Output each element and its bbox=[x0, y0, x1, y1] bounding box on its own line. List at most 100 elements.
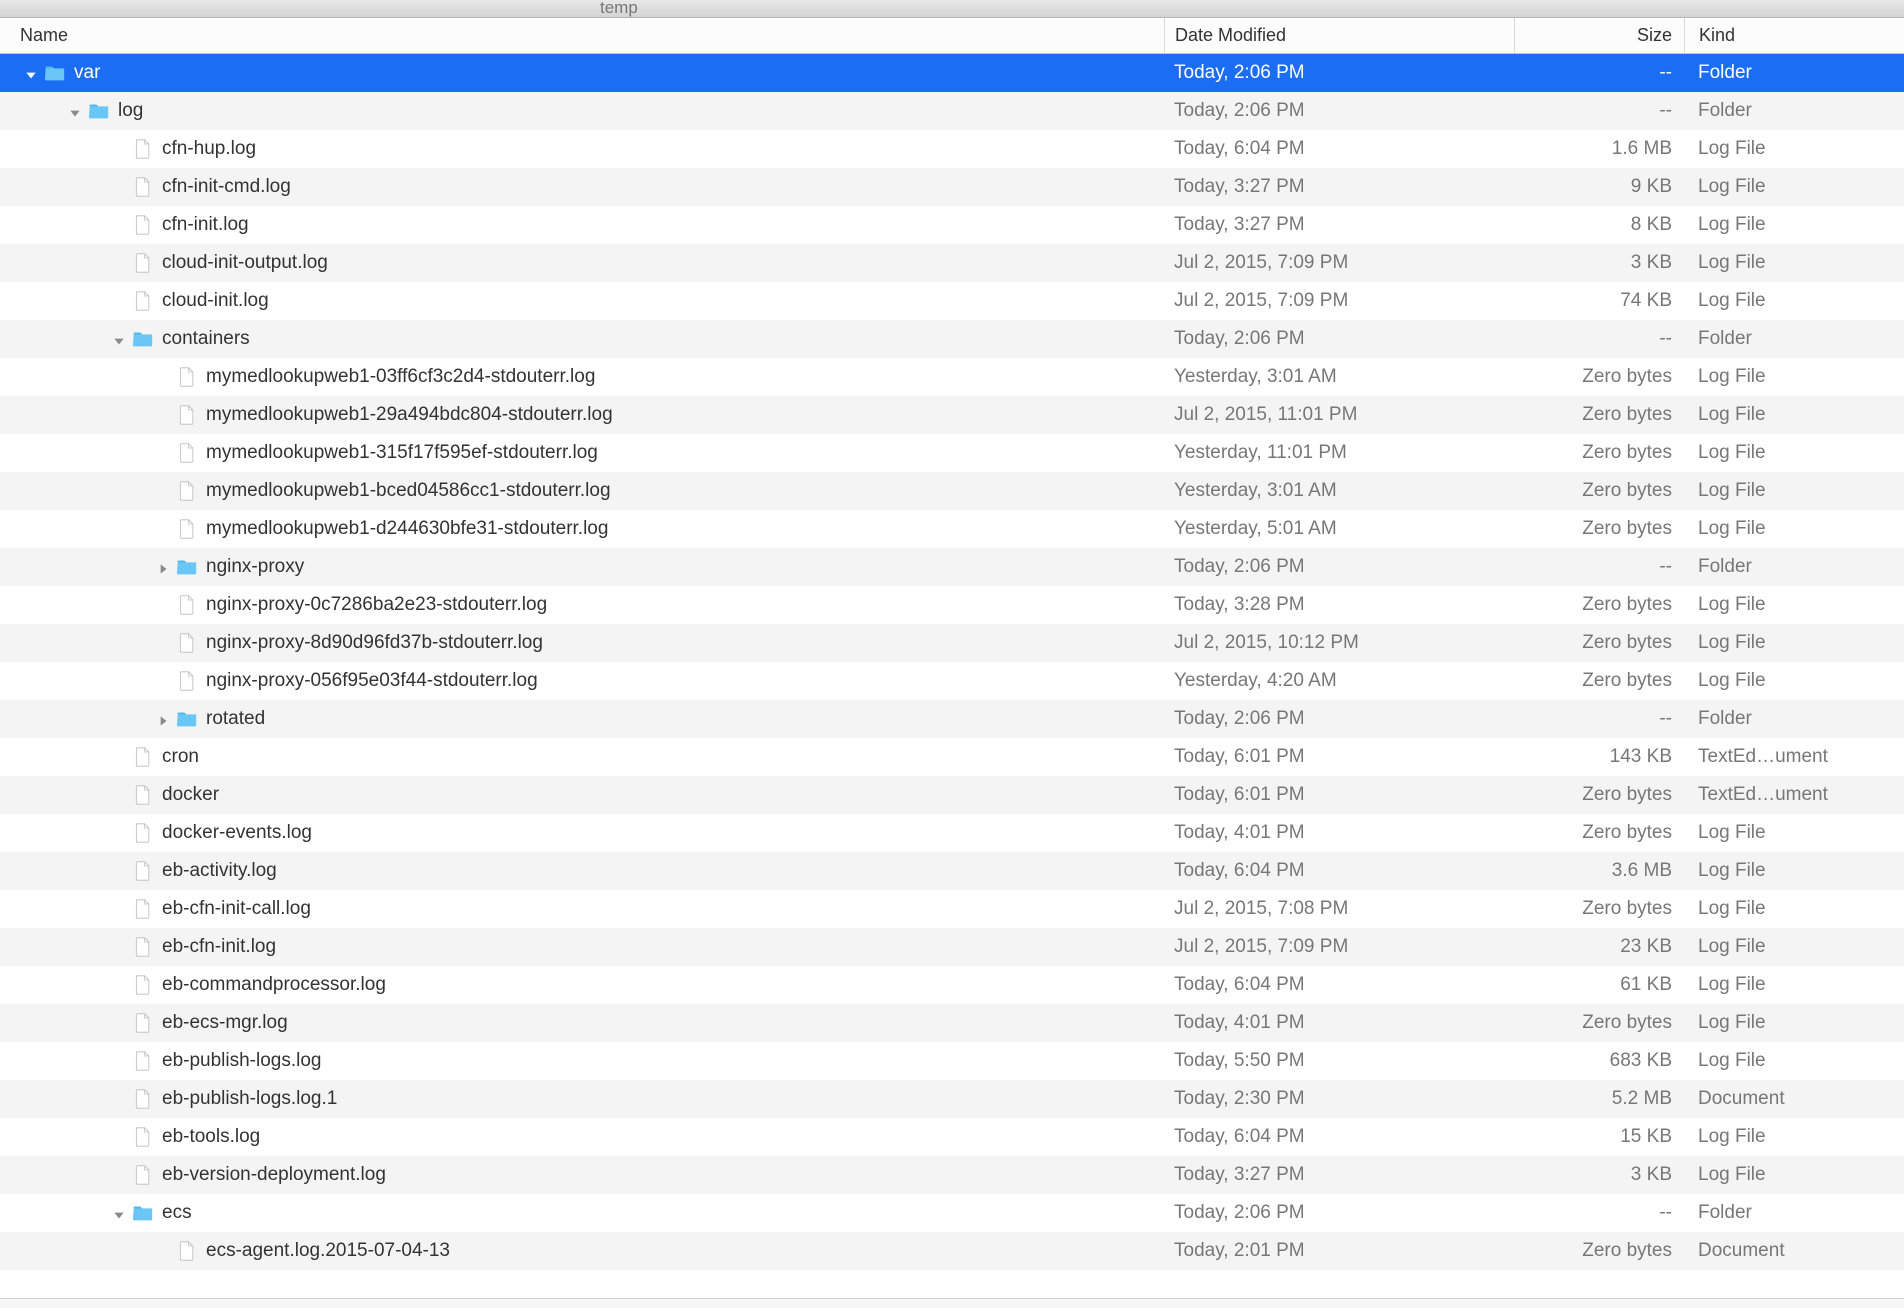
disclosure-triangle-icon[interactable] bbox=[24, 66, 38, 80]
item-name: rotated bbox=[206, 708, 265, 730]
name-cell[interactable]: log bbox=[0, 100, 1164, 122]
column-name-header[interactable]: Name bbox=[0, 25, 1164, 46]
date-modified: Today, 5:50 PM bbox=[1164, 1050, 1514, 1072]
file-row[interactable]: cfn-hup.logToday, 6:04 PM1.6 MBLog File bbox=[0, 130, 1904, 168]
name-cell[interactable]: eb-ecs-mgr.log bbox=[0, 1012, 1164, 1034]
name-cell[interactable]: eb-cfn-init.log bbox=[0, 936, 1164, 958]
date-modified: Today, 2:01 PM bbox=[1164, 1240, 1514, 1262]
file-row[interactable]: dockerToday, 6:01 PMZero bytesTextEd…ume… bbox=[0, 776, 1904, 814]
name-cell[interactable]: mymedlookupweb1-bced04586cc1-stdouterr.l… bbox=[0, 480, 1164, 502]
name-cell[interactable]: cron bbox=[0, 746, 1164, 768]
disclosure-triangle-icon[interactable] bbox=[112, 332, 126, 346]
name-cell[interactable]: nginx-proxy bbox=[0, 556, 1164, 578]
file-kind: Folder bbox=[1684, 708, 1904, 730]
date-modified: Today, 2:06 PM bbox=[1164, 62, 1514, 84]
folder-row[interactable]: logToday, 2:06 PM--Folder bbox=[0, 92, 1904, 130]
name-cell[interactable]: cfn-init.log bbox=[0, 214, 1164, 236]
folder-row[interactable]: varToday, 2:06 PM--Folder bbox=[0, 54, 1904, 92]
file-row[interactable]: cloud-init.logJul 2, 2015, 7:09 PM74 KBL… bbox=[0, 282, 1904, 320]
name-cell[interactable]: mymedlookupweb1-29a494bdc804-stdouterr.l… bbox=[0, 404, 1164, 426]
name-cell[interactable]: eb-publish-logs.log.1 bbox=[0, 1088, 1164, 1110]
file-row[interactable]: nginx-proxy-0c7286ba2e23-stdouterr.log To… bbox=[0, 586, 1904, 624]
name-cell[interactable]: var bbox=[0, 62, 1164, 84]
item-name: nginx-proxy-0c7286ba2e23-stdouterr.log bbox=[206, 594, 547, 616]
file-row[interactable]: mymedlookupweb1-03ff6cf3c2d4-stdouterr.l… bbox=[0, 358, 1904, 396]
column-size-header[interactable]: Size bbox=[1514, 18, 1684, 53]
date-modified: Today, 6:04 PM bbox=[1164, 1126, 1514, 1148]
name-cell[interactable]: ecs bbox=[0, 1202, 1164, 1224]
file-icon bbox=[132, 1127, 154, 1147]
item-name: docker-events.log bbox=[162, 822, 312, 844]
disclosure-triangle-icon[interactable] bbox=[156, 712, 170, 726]
name-cell[interactable]: ecs-agent.log.2015-07-04-13 bbox=[0, 1240, 1164, 1262]
name-cell[interactable]: mymedlookupweb1-03ff6cf3c2d4-stdouterr.l… bbox=[0, 366, 1164, 388]
date-modified: Today, 6:04 PM bbox=[1164, 974, 1514, 996]
disclosure-triangle-icon[interactable] bbox=[156, 560, 170, 574]
folder-row[interactable]: nginx-proxyToday, 2:06 PM--Folder bbox=[0, 548, 1904, 586]
name-cell[interactable]: nginx-proxy-8d90d96fd37b-stdouterr.log bbox=[0, 632, 1164, 654]
name-cell[interactable]: rotated bbox=[0, 708, 1164, 730]
item-name: mymedlookupweb1-29a494bdc804-stdouterr.l… bbox=[206, 404, 613, 426]
file-row[interactable]: ecs-agent.log.2015-07-04-13Today, 2:01 P… bbox=[0, 1232, 1904, 1270]
titlebar[interactable]: temp bbox=[0, 0, 1904, 18]
file-list[interactable]: varToday, 2:06 PM--FolderlogToday, 2:06 … bbox=[0, 54, 1904, 1298]
name-cell[interactable]: eb-version-deployment.log bbox=[0, 1164, 1164, 1186]
column-kind-label: Kind bbox=[1699, 25, 1735, 46]
name-cell[interactable]: eb-cfn-init-call.log bbox=[0, 898, 1164, 920]
name-cell[interactable]: cfn-init-cmd.log bbox=[0, 176, 1164, 198]
file-row[interactable]: eb-publish-logs.logToday, 5:50 PM683 KBL… bbox=[0, 1042, 1904, 1080]
file-row[interactable]: nginx-proxy-8d90d96fd37b-stdouterr.logJu… bbox=[0, 624, 1904, 662]
file-row[interactable]: mymedlookupweb1-bced04586cc1-stdouterr.l… bbox=[0, 472, 1904, 510]
name-cell[interactable]: cfn-hup.log bbox=[0, 138, 1164, 160]
file-row[interactable]: eb-version-deployment.logToday, 3:27 PM3… bbox=[0, 1156, 1904, 1194]
folder-row[interactable]: containersToday, 2:06 PM--Folder bbox=[0, 320, 1904, 358]
name-cell[interactable]: nginx-proxy-056f95e03f44-stdouterr.log bbox=[0, 670, 1164, 692]
file-row[interactable]: eb-cfn-init-call.logJul 2, 2015, 7:08 PM… bbox=[0, 890, 1904, 928]
name-cell[interactable]: nginx-proxy-0c7286ba2e23-stdouterr.log bbox=[0, 594, 1164, 616]
name-cell[interactable]: cloud-init.log bbox=[0, 290, 1164, 312]
name-cell[interactable]: docker-events.log bbox=[0, 822, 1164, 844]
file-row[interactable]: eb-cfn-init.logJul 2, 2015, 7:09 PM23 KB… bbox=[0, 928, 1904, 966]
folder-row[interactable]: rotatedToday, 2:06 PM--Folder bbox=[0, 700, 1904, 738]
date-modified: Today, 3:27 PM bbox=[1164, 214, 1514, 236]
file-row[interactable]: docker-events.logToday, 4:01 PMZero byte… bbox=[0, 814, 1904, 852]
file-row[interactable]: mymedlookupweb1-d244630bfe31-stdouterr.l… bbox=[0, 510, 1904, 548]
file-row[interactable]: eb-tools.logToday, 6:04 PM15 KBLog File bbox=[0, 1118, 1904, 1156]
file-row[interactable]: cfn-init.logToday, 3:27 PM8 KBLog File bbox=[0, 206, 1904, 244]
file-kind: Log File bbox=[1684, 366, 1904, 388]
file-row[interactable]: eb-activity.logToday, 6:04 PM3.6 MBLog F… bbox=[0, 852, 1904, 890]
file-row[interactable]: cronToday, 6:01 PM143 KBTextEd…ument bbox=[0, 738, 1904, 776]
file-row[interactable]: eb-commandprocessor.logToday, 6:04 PM61 … bbox=[0, 966, 1904, 1004]
disclosure-triangle-icon[interactable] bbox=[112, 1206, 126, 1220]
name-cell[interactable]: containers bbox=[0, 328, 1164, 350]
name-cell[interactable]: mymedlookupweb1-315f17f595ef-stdouterr.l… bbox=[0, 442, 1164, 464]
name-cell[interactable]: eb-activity.log bbox=[0, 860, 1164, 882]
disclosure-triangle-icon[interactable] bbox=[68, 104, 82, 118]
file-kind: Log File bbox=[1684, 1050, 1904, 1072]
file-row[interactable]: cfn-init-cmd.logToday, 3:27 PM9 KBLog Fi… bbox=[0, 168, 1904, 206]
item-name: eb-version-deployment.log bbox=[162, 1164, 386, 1186]
name-cell[interactable]: mymedlookupweb1-d244630bfe31-stdouterr.l… bbox=[0, 518, 1164, 540]
file-icon bbox=[132, 1013, 154, 1033]
file-row[interactable]: eb-publish-logs.log.1Today, 2:30 PM5.2 M… bbox=[0, 1080, 1904, 1118]
file-size: Zero bytes bbox=[1514, 784, 1684, 806]
file-row[interactable]: mymedlookupweb1-315f17f595ef-stdouterr.l… bbox=[0, 434, 1904, 472]
file-size: 3 KB bbox=[1514, 252, 1684, 274]
name-cell[interactable]: eb-tools.log bbox=[0, 1126, 1164, 1148]
file-row[interactable]: mymedlookupweb1-29a494bdc804-stdouterr.l… bbox=[0, 396, 1904, 434]
item-name: eb-ecs-mgr.log bbox=[162, 1012, 288, 1034]
name-cell[interactable]: eb-commandprocessor.log bbox=[0, 974, 1164, 996]
name-cell[interactable]: docker bbox=[0, 784, 1164, 806]
column-kind-header[interactable]: Kind bbox=[1684, 18, 1904, 53]
item-name: eb-publish-logs.log.1 bbox=[162, 1088, 337, 1110]
folder-row[interactable]: ecsToday, 2:06 PM--Folder bbox=[0, 1194, 1904, 1232]
date-modified: Today, 3:28 PM bbox=[1164, 594, 1514, 616]
item-name: docker bbox=[162, 784, 219, 806]
column-date-header[interactable]: Date Modified bbox=[1164, 18, 1514, 53]
item-name: eb-tools.log bbox=[162, 1126, 260, 1148]
file-row[interactable]: nginx-proxy-056f95e03f44-stdouterr.logYe… bbox=[0, 662, 1904, 700]
file-row[interactable]: cloud-init-output.logJul 2, 2015, 7:09 P… bbox=[0, 244, 1904, 282]
file-row[interactable]: eb-ecs-mgr.logToday, 4:01 PMZero bytesLo… bbox=[0, 1004, 1904, 1042]
name-cell[interactable]: eb-publish-logs.log bbox=[0, 1050, 1164, 1072]
name-cell[interactable]: cloud-init-output.log bbox=[0, 252, 1164, 274]
